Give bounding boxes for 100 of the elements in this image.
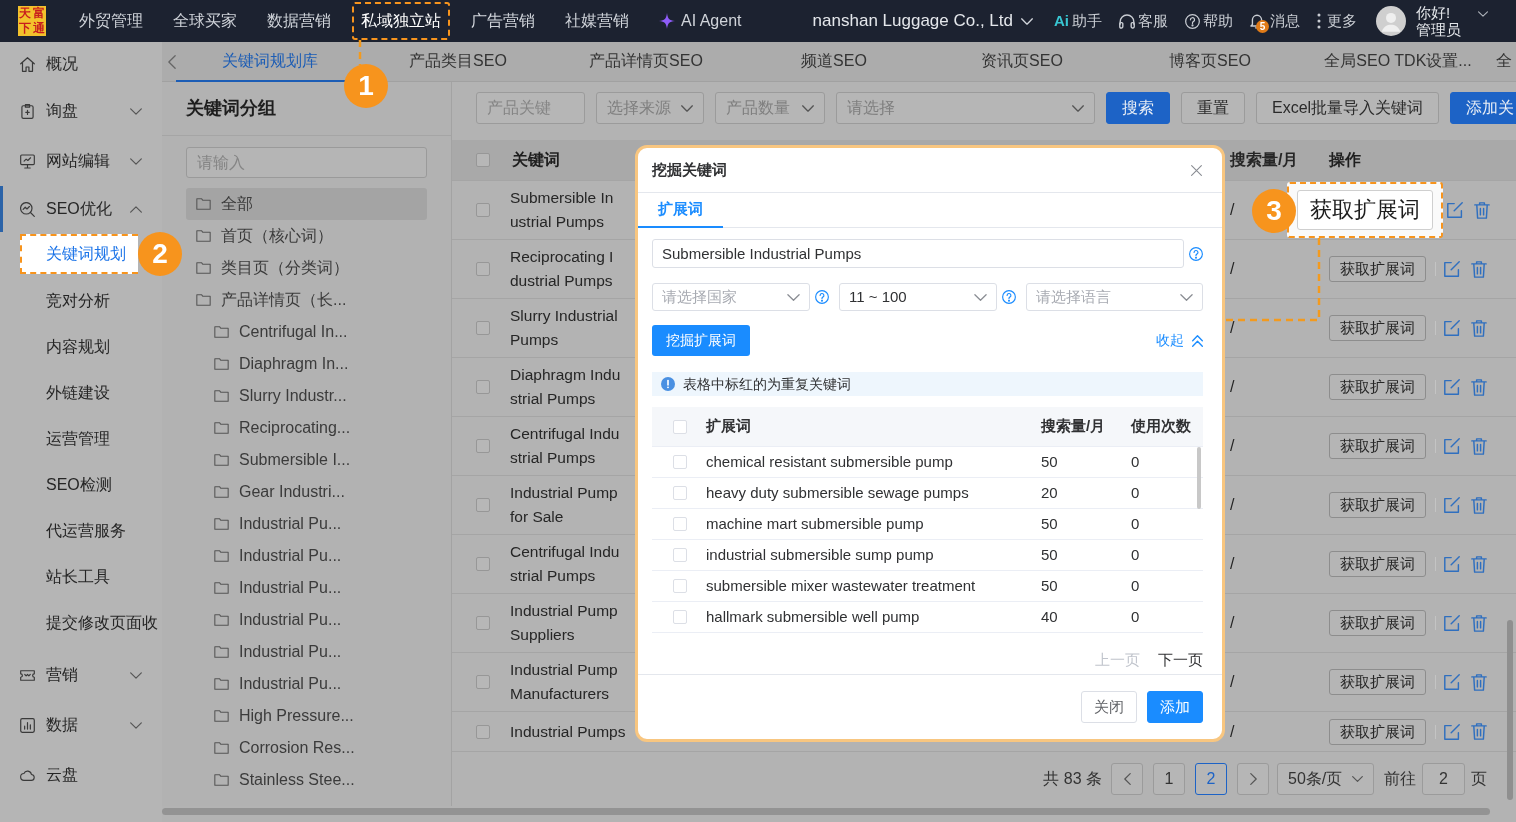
trash-icon[interactable]	[1471, 614, 1487, 632]
submenu-item[interactable]: 提交修改页面收	[0, 600, 162, 646]
nav-menu-item[interactable]: 私域独立站	[352, 2, 450, 40]
tree-item[interactable]: 全部	[186, 188, 427, 220]
checkbox[interactable]	[476, 724, 490, 739]
help-icon[interactable]	[1002, 290, 1016, 304]
submenu-item[interactable]: 运营管理	[0, 416, 162, 462]
scrollbar[interactable]	[1197, 447, 1201, 509]
checkbox[interactable]	[476, 203, 490, 217]
submenu-item[interactable]: 外链建设	[0, 370, 162, 416]
nav-menu-item[interactable]: 全球买家	[164, 2, 246, 40]
company-selector[interactable]: nanshan Luggage Co., Ltd	[812, 8, 1033, 34]
trash-icon[interactable]	[1471, 555, 1487, 573]
sidebar-menu-item[interactable]: 营销	[0, 650, 162, 700]
tree-item[interactable]: Industrial Pu...	[186, 508, 427, 540]
tree-item[interactable]: Industrial Pu...	[186, 572, 427, 604]
sidebar-menu-item[interactable]: 网站编辑	[0, 136, 162, 186]
edit-icon[interactable]	[1444, 723, 1460, 740]
next-page-link[interactable]: 下一页	[1158, 649, 1203, 672]
edit-icon[interactable]	[1444, 615, 1460, 631]
checkbox[interactable]	[476, 557, 490, 571]
toolbar-button[interactable]: Excel批量导入关键词	[1256, 92, 1440, 124]
checkbox[interactable]	[476, 439, 490, 453]
chevron-left-icon[interactable]	[168, 54, 176, 69]
edit-icon[interactable]	[1444, 261, 1460, 277]
tree-item[interactable]: Corrosion Res...	[186, 732, 427, 764]
expand-keywords-button[interactable]: 获取扩展词	[1329, 492, 1426, 518]
keyword-input[interactable]: Submersible Industrial Pumps	[652, 239, 1184, 268]
tree-item[interactable]: Stainless Stee...	[186, 764, 427, 796]
help-button[interactable]: 帮助	[1185, 9, 1233, 33]
tree-item[interactable]: Gear Industri...	[186, 476, 427, 508]
toolbar-button[interactable]: 添加关	[1450, 92, 1516, 124]
nav-menu-item[interactable]: AI Agent	[650, 2, 751, 40]
trash-icon[interactable]	[1471, 260, 1487, 278]
edit-icon[interactable]	[1444, 497, 1460, 513]
tree-item[interactable]: High Pressure...	[186, 700, 427, 732]
expand-keywords-button[interactable]: 获取扩展词	[1329, 315, 1426, 341]
tree-item[interactable]: Reciprocating...	[186, 412, 427, 444]
checkbox[interactable]	[476, 380, 490, 394]
edit-icon[interactable]	[1444, 320, 1460, 336]
expand-keywords-button[interactable]: 获取扩展词	[1329, 669, 1426, 695]
dialog-button[interactable]: 关闭	[1081, 691, 1137, 723]
close-icon[interactable]	[1191, 164, 1202, 176]
sidebar-menu-item[interactable]: 云盘	[0, 750, 162, 800]
assistant-button[interactable]: Ai 助手	[1054, 9, 1102, 33]
dropdown[interactable]: 11 ~ 100	[839, 283, 997, 311]
checkbox[interactable]	[476, 675, 490, 689]
page-tab[interactable]: 全	[1492, 41, 1512, 82]
tree-item[interactable]: Submersible I...	[186, 444, 427, 476]
edit-icon[interactable]	[1447, 202, 1463, 218]
checkbox[interactable]	[476, 321, 490, 335]
help-icon[interactable]	[1189, 246, 1203, 261]
help-icon[interactable]	[815, 290, 829, 304]
checkbox[interactable]	[476, 616, 490, 630]
nav-menu-item[interactable]: 外贸管理	[70, 2, 152, 40]
edit-icon[interactable]	[1444, 438, 1460, 454]
page-tab[interactable]: 资讯页SEO	[928, 41, 1116, 82]
tree-item[interactable]: 首页（核心词）	[186, 220, 427, 252]
checkbox[interactable]	[476, 262, 490, 276]
page-size-dropdown[interactable]: 50条/页	[1277, 763, 1374, 795]
expand-keywords-button[interactable]: 获取扩展词	[1329, 433, 1426, 459]
sidebar-menu-item[interactable]: 概况	[0, 42, 162, 86]
submenu-item[interactable]: 竞对分析	[0, 278, 162, 324]
checkbox[interactable]	[476, 153, 490, 167]
expand-keywords-button[interactable]: 获取扩展词	[1329, 718, 1426, 745]
tree-item[interactable]: 产品详情页（长...	[186, 284, 427, 316]
tree-item[interactable]: Industrial Pu...	[186, 604, 427, 636]
more-menu-button[interactable]: 更多	[1317, 9, 1357, 33]
tree-item[interactable]: Industrial Pu...	[186, 668, 427, 700]
nav-menu-item[interactable]: 社媒营销	[556, 2, 638, 40]
submenu-item[interactable]: 站长工具	[0, 554, 162, 600]
tree-item[interactable]: 类目页（分类词）	[186, 252, 427, 284]
chevron-down-icon[interactable]	[1478, 11, 1488, 17]
scrollbar[interactable]	[1507, 620, 1513, 800]
submenu-item[interactable]: SEO检测	[0, 462, 162, 508]
messages-button[interactable]: 5 消息	[1250, 9, 1300, 33]
tree-item[interactable]: Industrial Pu...	[186, 540, 427, 572]
expand-keywords-button[interactable]: 获取扩展词	[1329, 610, 1426, 636]
submenu-item[interactable]: 关键词规划	[20, 234, 138, 274]
submenu-item[interactable]: 内容规划	[0, 324, 162, 370]
customer-service-button[interactable]: 客服	[1119, 9, 1168, 33]
trash-icon[interactable]	[1471, 673, 1487, 691]
page-tab[interactable]: 博客页SEO	[1116, 41, 1304, 82]
edit-icon[interactable]	[1444, 556, 1460, 572]
tree-item[interactable]: Industrial Pu...	[186, 636, 427, 668]
expand-keywords-button[interactable]: 获取扩展词	[1329, 551, 1426, 577]
page-input[interactable]: 2	[1422, 763, 1465, 795]
expand-keywords-button[interactable]: 获取扩展词	[1297, 190, 1433, 230]
nav-menu-item[interactable]: 数据营销	[258, 2, 340, 40]
trash-icon[interactable]	[1474, 201, 1490, 219]
trash-icon[interactable]	[1471, 496, 1487, 514]
tree-item[interactable]: Diaphragm In...	[186, 348, 427, 380]
trash-icon[interactable]	[1471, 723, 1487, 740]
trash-icon[interactable]	[1471, 437, 1487, 455]
tree-item[interactable]: Centrifugal In...	[186, 316, 427, 348]
checkbox[interactable]	[476, 498, 490, 512]
trash-icon[interactable]	[1471, 319, 1487, 337]
toolbar-button[interactable]: 搜索	[1106, 92, 1170, 124]
collapse-link[interactable]: 收起	[1156, 330, 1203, 351]
sidebar-menu-item[interactable]: 询盘	[0, 86, 162, 136]
